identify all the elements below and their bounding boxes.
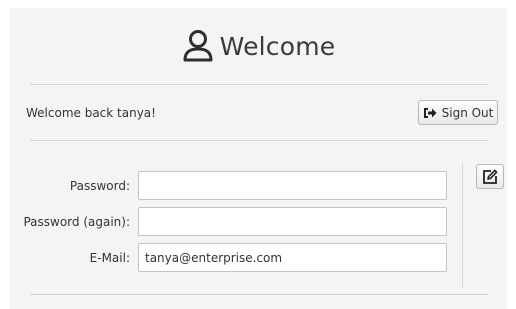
- sign-out-label: Sign Out: [441, 105, 494, 120]
- welcome-row: Welcome back tanya! Sign Out: [26, 100, 498, 126]
- page-title: Welcome: [219, 31, 336, 61]
- user-icon: [183, 30, 213, 62]
- profile-panel: Welcome Welcome back tanya! Sign Out Pas…: [10, 8, 507, 309]
- password-label: Password:: [69, 179, 130, 193]
- email-field[interactable]: [138, 243, 447, 272]
- header-divider: [30, 84, 488, 85]
- email-label: E-Mail:: [89, 251, 130, 265]
- sign-out-button[interactable]: Sign Out: [418, 100, 498, 125]
- form-vertical-divider: [462, 163, 463, 288]
- footer-divider: [30, 294, 488, 295]
- password-again-label: Password (again):: [23, 215, 130, 229]
- edit-button[interactable]: [476, 164, 504, 189]
- password-field[interactable]: [138, 171, 447, 200]
- welcome-message: Welcome back tanya!: [26, 106, 156, 120]
- page-header: Welcome: [10, 8, 507, 84]
- edit-icon: [483, 169, 498, 184]
- password-again-field[interactable]: [138, 207, 447, 236]
- sign-out-icon: [423, 107, 437, 118]
- session-divider: [30, 140, 488, 141]
